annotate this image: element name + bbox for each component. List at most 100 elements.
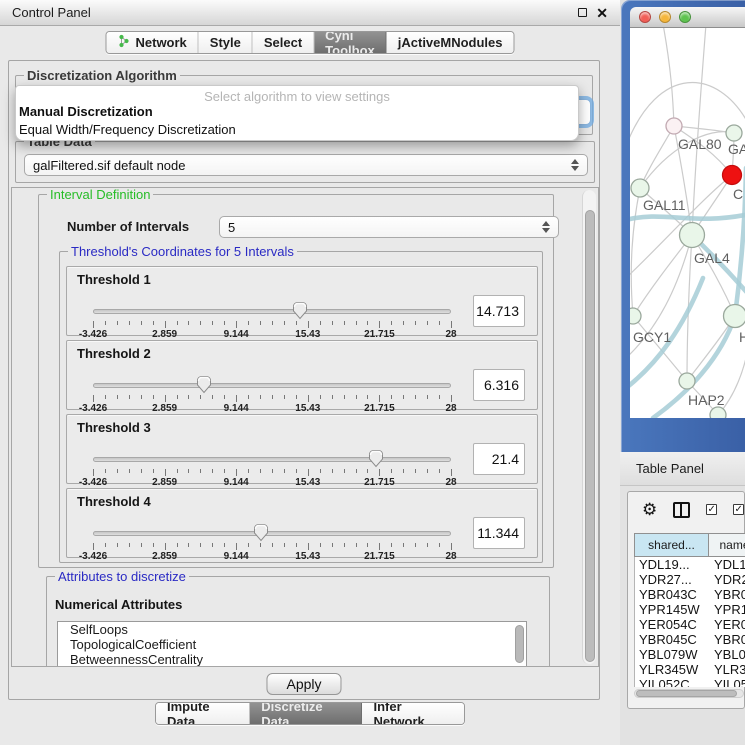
tab-label: Discretize Data	[261, 702, 350, 725]
threshold-value-field[interactable]: 21.4	[473, 443, 525, 475]
tick-label: 28	[445, 551, 456, 562]
split-column-icon[interactable]	[673, 502, 690, 518]
tab-discretize-data[interactable]: Discretize Data	[250, 703, 362, 724]
table-cell: YER054C	[710, 617, 745, 632]
table-row[interactable]: YDL19...YDL19...	[635, 557, 745, 572]
table-row[interactable]: YIL052CYIL052C	[635, 677, 745, 687]
slider-track[interactable]	[93, 531, 451, 536]
threshold-box-3: Threshold 3-3.4262.8599.14415.4321.71528…	[66, 414, 538, 484]
GCY1-node[interactable]	[630, 308, 641, 324]
settings-scroll-panel: Interval Definition Number of Intervals …	[11, 187, 599, 667]
threshold-value-field[interactable]: 11.344	[473, 517, 525, 549]
table-horizontal-scrollbar[interactable]	[634, 689, 744, 698]
scrollbar-thumb[interactable]	[636, 690, 737, 697]
algorithm-dropdown-popup: Select algorithm to view settings Manual…	[15, 85, 579, 141]
minimize-traffic-light-icon[interactable]	[659, 11, 671, 23]
tick-mark	[260, 395, 261, 399]
tick-mark	[320, 321, 321, 325]
tick-mark	[236, 395, 237, 402]
table-row[interactable]: YBL079WYBL079W	[635, 647, 745, 662]
table-row[interactable]: YPR145WYPR145W	[635, 602, 745, 617]
tick-mark	[391, 469, 392, 473]
slider-track[interactable]	[93, 383, 451, 388]
tick-mark	[367, 321, 368, 325]
tick-mark	[391, 395, 392, 399]
close-icon[interactable]: ✕	[596, 8, 608, 18]
checkbox-icon[interactable]: ✓	[706, 504, 717, 515]
node[interactable]	[726, 125, 742, 141]
float-icon[interactable]	[578, 8, 587, 17]
panel-vertical-scrollbar[interactable]	[582, 190, 596, 664]
tab-jactivemnodules[interactable]: jActiveMNodules	[387, 32, 514, 53]
tab-network[interactable]: Network	[106, 32, 198, 53]
threshold-value-field[interactable]: 14.713	[473, 295, 525, 327]
tick-mark	[224, 543, 225, 547]
tab-impute-data[interactable]: Impute Data	[156, 703, 250, 724]
slider-thumb[interactable]	[253, 523, 269, 542]
tick-mark	[129, 469, 130, 473]
tick-mark	[165, 543, 166, 550]
tab-infer-network[interactable]: Infer Network	[362, 703, 464, 724]
algorithm-option-equal-width-frequency-discretization[interactable]: Equal Width/Frequency Discretization	[16, 121, 578, 139]
GAL80-node[interactable]	[666, 118, 682, 134]
tick-mark	[391, 321, 392, 325]
table-row[interactable]: YER054CYER054C	[635, 617, 745, 632]
tab-style[interactable]: Style	[199, 32, 253, 53]
slider-ticks	[93, 469, 451, 477]
slider-thumb[interactable]	[368, 449, 384, 468]
tick-label: 15.43	[295, 551, 320, 562]
network-window-frame: GAL80GACGAL11GAL4GCY1HHAP2	[621, 0, 745, 452]
number-of-intervals-combobox[interactable]: 5	[219, 216, 559, 238]
attribute-item-selfloops[interactable]: SelfLoops	[58, 622, 526, 637]
zoom-traffic-light-icon[interactable]	[679, 11, 691, 23]
tick-mark	[332, 543, 333, 547]
close-traffic-light-icon[interactable]	[639, 11, 651, 23]
gear-icon[interactable]: ⚙	[642, 501, 657, 518]
table-cell: YBL079W	[710, 647, 745, 662]
table-row[interactable]: YLR345WYLR345W	[635, 662, 745, 677]
slider-thumb[interactable]	[292, 301, 308, 320]
tab-select[interactable]: Select	[253, 32, 314, 53]
table-row[interactable]: YBR045CYBR045C	[635, 632, 745, 647]
scrollbar-thumb[interactable]	[585, 210, 595, 662]
attribute-item-betweennesscentrality[interactable]: BetweennessCentrality	[58, 652, 526, 667]
slider-track[interactable]	[93, 457, 451, 462]
attribute-item-topologicalcoefficient[interactable]: TopologicalCoefficient	[58, 637, 526, 652]
table-row[interactable]: YDR27...YDR27...	[635, 572, 745, 587]
checkbox-icon[interactable]: ✓	[733, 504, 744, 515]
tick-mark	[296, 395, 297, 399]
tick-mark	[284, 395, 285, 399]
slider-track[interactable]	[93, 309, 451, 314]
table-row[interactable]: YBR043CYBR043C	[635, 587, 745, 602]
tab-cyni-toolbox[interactable]: Cyni Toolbox	[314, 32, 387, 53]
node[interactable]	[710, 407, 726, 418]
attributes-list-scrollbar[interactable]	[515, 625, 524, 663]
table-cell: YIL052C	[710, 677, 745, 687]
slider-ticks	[93, 395, 451, 403]
red-node[interactable]	[723, 166, 742, 185]
tick-mark	[379, 469, 380, 476]
GAL11-node[interactable]	[631, 179, 649, 197]
tick-mark	[117, 469, 118, 473]
tick-mark	[188, 321, 189, 325]
slider-ticks	[93, 321, 451, 329]
threshold-box-4: Threshold 4-3.4262.8599.14415.4321.71528…	[66, 488, 538, 558]
GAL4-node[interactable]	[680, 223, 705, 248]
node[interactable]	[724, 305, 745, 328]
network-window-titlebar	[630, 7, 745, 28]
tick-mark	[177, 469, 178, 473]
column-header-name[interactable]: name	[709, 533, 745, 557]
HAP2-node[interactable]	[679, 373, 695, 389]
column-header-shared[interactable]: shared...	[634, 533, 709, 557]
network-view-canvas[interactable]: GAL80GACGAL11GAL4GCY1HHAP2	[630, 28, 745, 418]
threshold-value-field[interactable]: 6.316	[473, 369, 525, 401]
table-cell: YDR27...	[635, 572, 710, 587]
numerical-attributes-list[interactable]: SelfLoopsTopologicalCoefficientBetweenne…	[57, 621, 527, 667]
algorithm-option-manual-discretization[interactable]: Manual Discretization	[16, 103, 578, 121]
apply-button[interactable]: Apply	[266, 673, 341, 695]
slider-thumb[interactable]	[196, 375, 212, 394]
tick-mark	[93, 543, 94, 550]
tab-label: Select	[264, 35, 302, 50]
table-data-value: galFiltered.sif default node	[33, 158, 571, 173]
table-data-combobox[interactable]: galFiltered.sif default node	[24, 154, 588, 176]
